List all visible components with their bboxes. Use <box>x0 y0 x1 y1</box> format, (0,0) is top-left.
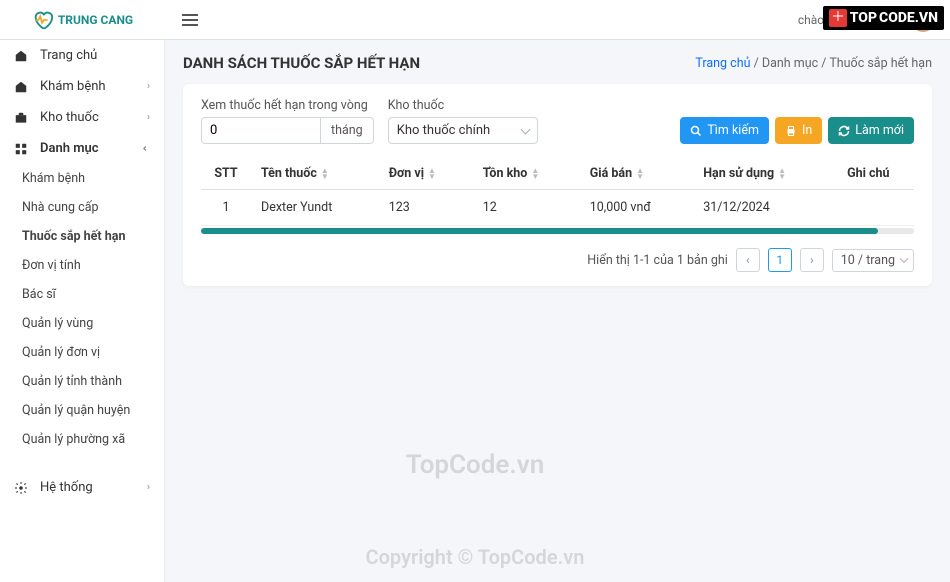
pagination: Hiển thị 1-1 của 1 bản ghi ‹ 1 › 10 / tr… <box>201 248 914 272</box>
chevron-down-icon: ⌄ <box>140 144 151 152</box>
sort-icon: ▲▼ <box>531 168 539 180</box>
cell-name: Dexter Yundt <box>251 190 379 226</box>
col-name[interactable]: Tên thuốc▲▼ <box>251 158 379 190</box>
filter-warehouse: Kho thuốc Kho thuốc chính <box>388 98 538 144</box>
nav-label: Trang chủ <box>40 48 97 63</box>
filter-bar: Xem thuốc hết hạn trong vòng tháng Kho t… <box>201 98 914 144</box>
table-row[interactable]: 1 Dexter Yundt 123 12 10,000 vnđ 31/12/2… <box>201 190 914 226</box>
expiring-table: STT Tên thuốc▲▼ Đơn vị▲▼ Tồn kho▲▼ Giá b… <box>201 158 914 226</box>
home-icon <box>14 80 32 94</box>
filter-label: Xem thuốc hết hạn trong vòng <box>201 98 374 113</box>
page-prev[interactable]: ‹ <box>736 248 760 272</box>
filter-expire: Xem thuốc hết hạn trong vòng tháng <box>201 98 374 144</box>
briefcase-icon <box>14 111 32 125</box>
nav-system[interactable]: Hệ thống › <box>0 472 164 503</box>
sort-icon: ▲▼ <box>636 168 644 180</box>
brand-text: TRUNG CANG <box>58 13 133 27</box>
print-icon <box>785 125 797 137</box>
cell-stock: 12 <box>473 190 580 226</box>
submenu-item[interactable]: Quản lý vùng <box>0 309 164 338</box>
expire-months-input[interactable] <box>201 117 321 144</box>
page-header: DANH SÁCH THUỐC SẮP HẾT HẠN Trang chủ / … <box>183 54 932 72</box>
logo[interactable]: TRUNG CANG <box>0 9 165 31</box>
submenu-item[interactable]: Quản lý phường xã <box>0 425 164 454</box>
pagination-summary: Hiển thị 1-1 của 1 bản ghi <box>587 253 728 268</box>
col-note[interactable]: Ghi chú <box>837 158 914 190</box>
filter-label: Kho thuốc <box>388 98 538 113</box>
nav-label: Danh mục <box>40 141 99 156</box>
action-buttons: Tìm kiếm In Làm mới <box>680 117 914 144</box>
table-wrapper: STT Tên thuốc▲▼ Đơn vị▲▼ Tồn kho▲▼ Giá b… <box>201 158 914 234</box>
submenu-item[interactable]: Đơn vị tính <box>0 251 164 280</box>
breadcrumb-mid: Danh mục <box>762 56 818 71</box>
submenu-item-active[interactable]: Thuốc sắp hết hạn <box>0 222 164 251</box>
main-content: DANH SÁCH THUỐC SẮP HẾT HẠN Trang chủ / … <box>165 40 950 582</box>
search-button[interactable]: Tìm kiếm <box>680 117 769 144</box>
submenu-item[interactable]: Khám bệnh <box>0 164 164 193</box>
col-expire[interactable]: Hạn sử dụng▲▼ <box>693 158 837 190</box>
scrollbar-thumb[interactable] <box>201 228 878 234</box>
submenu-category: Khám bệnh Nhà cung cấp Thuốc sắp hết hạn… <box>0 164 164 454</box>
home-icon <box>14 49 32 63</box>
chevron-right-icon: › <box>147 112 150 123</box>
sidebar: Trang chủ Khám bệnh › Kho thuốc › Danh m… <box>0 40 165 582</box>
cell-unit: 123 <box>379 190 473 226</box>
sort-icon: ▲▼ <box>428 168 436 180</box>
cell-note <box>837 190 914 226</box>
breadcrumb: Trang chủ / Danh mục / Thuốc sắp hết hạn <box>695 56 932 71</box>
search-icon <box>690 125 702 137</box>
print-button[interactable]: In <box>775 117 822 144</box>
col-unit[interactable]: Đơn vị▲▼ <box>379 158 473 190</box>
col-price[interactable]: Giá bán▲▼ <box>580 158 693 190</box>
submenu-item[interactable]: Nhà cung cấp <box>0 193 164 222</box>
breadcrumb-current: Thuốc sắp hết hạn <box>829 56 932 71</box>
chevron-right-icon: › <box>147 482 150 493</box>
col-stt[interactable]: STT <box>201 158 251 190</box>
nav-category[interactable]: Danh mục ⌄ <box>0 133 164 164</box>
breadcrumb-home[interactable]: Trang chủ <box>695 56 750 71</box>
nav-label: Hệ thống <box>40 480 93 495</box>
nav-warehouse[interactable]: Kho thuốc › <box>0 102 164 133</box>
cell-stt: 1 <box>201 190 251 226</box>
submenu-item[interactable]: Bác sĩ <box>0 280 164 309</box>
submenu-item[interactable]: Quản lý đơn vị <box>0 338 164 367</box>
nav-home[interactable]: Trang chủ <box>0 40 164 71</box>
page-title: DANH SÁCH THUỐC SẮP HẾT HẠN <box>183 54 420 72</box>
submenu-item[interactable]: Quản lý tỉnh thành <box>0 367 164 396</box>
sort-icon: ▲▼ <box>321 168 329 180</box>
nav-label: Kho thuốc <box>40 110 99 125</box>
submenu-item[interactable]: Quản lý quận huyện <box>0 396 164 425</box>
corner-logo: TOPCODE.VN <box>823 6 944 30</box>
nav-label: Khám bệnh <box>40 79 106 94</box>
refresh-icon <box>838 125 850 137</box>
pagesize-select[interactable]: 10 / trang <box>832 249 914 272</box>
sidebar-toggle[interactable] <box>165 12 215 28</box>
gear-icon <box>14 481 32 495</box>
sort-icon: ▲▼ <box>778 168 786 180</box>
refresh-button[interactable]: Làm mới <box>828 117 914 144</box>
topbar: TRUNG CANG chào Administrator! <box>0 0 950 40</box>
expire-unit: tháng <box>321 117 374 144</box>
warehouse-select[interactable]: Kho thuốc chính <box>388 117 538 144</box>
page-next[interactable]: › <box>800 248 824 272</box>
content-card: Xem thuốc hết hạn trong vòng tháng Kho t… <box>183 84 932 286</box>
nav-exam[interactable]: Khám bệnh › <box>0 71 164 102</box>
heart-ecg-icon <box>32 9 54 31</box>
select-value: Kho thuốc chính <box>397 123 491 138</box>
horizontal-scrollbar[interactable] <box>201 228 914 234</box>
logo-red-box <box>829 9 847 27</box>
col-stock[interactable]: Tồn kho▲▼ <box>473 158 580 190</box>
page-current[interactable]: 1 <box>768 248 792 272</box>
cell-expire: 31/12/2024 <box>693 190 837 226</box>
bars-icon <box>182 12 198 28</box>
cell-price: 10,000 vnđ <box>580 190 693 226</box>
category-icon <box>14 142 32 156</box>
chevron-right-icon: › <box>147 81 150 92</box>
